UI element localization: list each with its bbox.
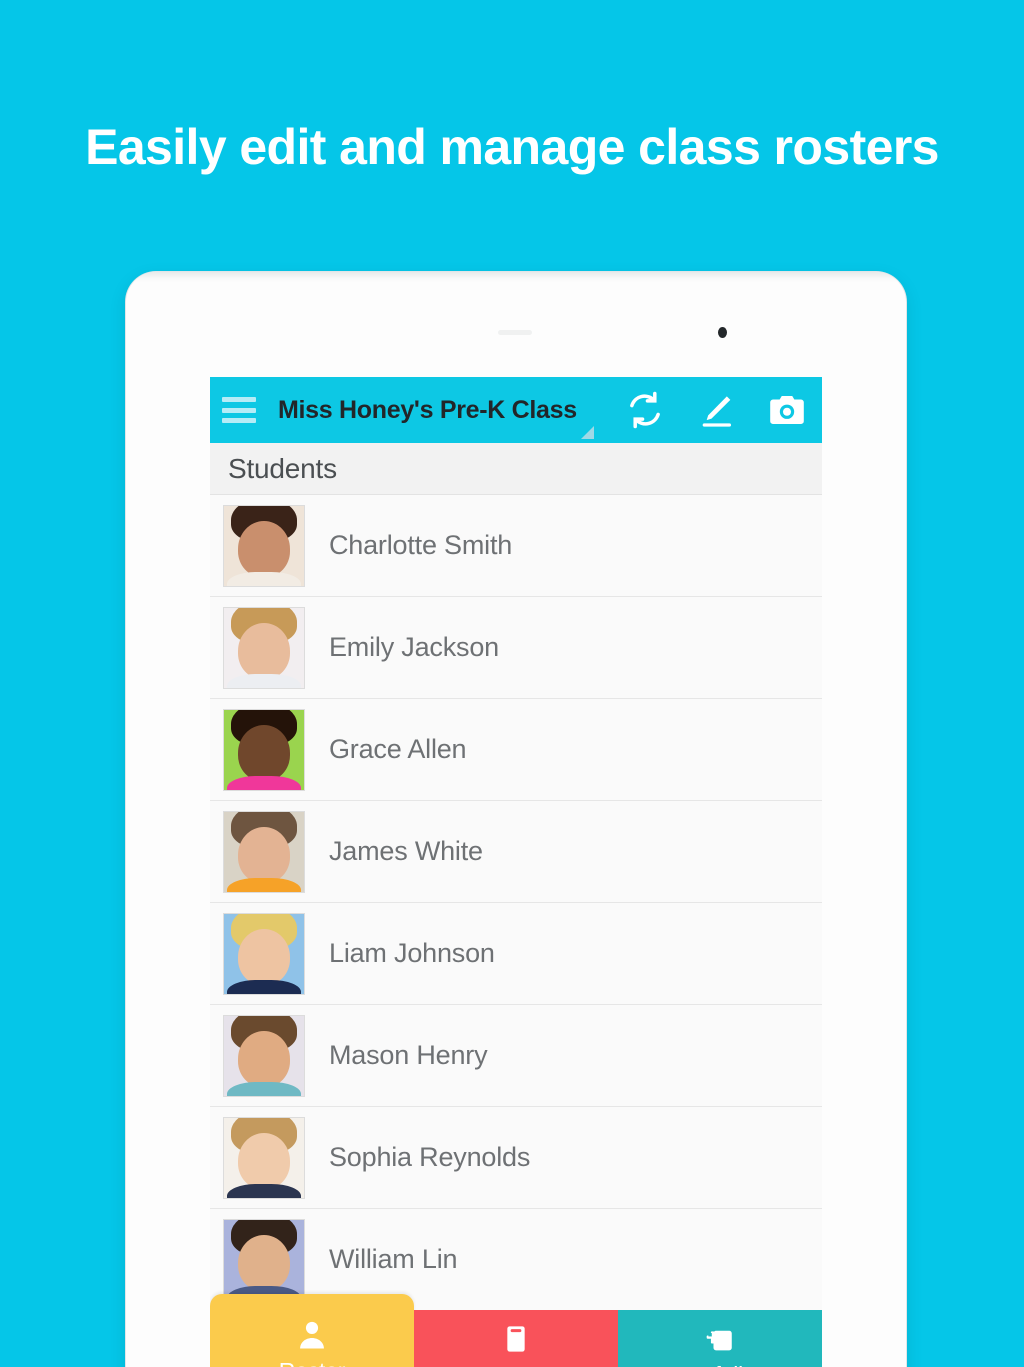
avatar-body (227, 1183, 301, 1198)
camera-dot-icon (718, 327, 727, 338)
avatar-face (238, 1234, 290, 1291)
student-row[interactable]: James White (210, 801, 822, 903)
dropdown-corner-indicator (581, 426, 594, 439)
student-name: James White (329, 836, 483, 866)
student-row[interactable]: Liam Johnson (210, 903, 822, 1005)
avatar-face (238, 928, 290, 985)
hamburger-menu-icon[interactable] (222, 397, 256, 423)
avatar-body (227, 979, 301, 994)
edit-pencil-icon[interactable] (696, 390, 736, 430)
tab-label: Roster (279, 1358, 346, 1367)
person-icon (295, 1318, 329, 1352)
student-avatar[interactable] (223, 1116, 305, 1199)
student-avatar[interactable] (223, 606, 305, 689)
promo-headline: Easily edit and manage class rosters (85, 119, 939, 175)
student-row[interactable]: Charlotte Smith (210, 495, 822, 597)
avatar-face (238, 724, 290, 781)
student-name: Emily Jackson (329, 632, 499, 662)
avatar-body (227, 775, 301, 790)
student-avatar[interactable] (223, 708, 305, 791)
avatar-body (227, 1081, 301, 1096)
student-row[interactable]: Sophia Reynolds (210, 1107, 822, 1209)
avatar-face (238, 1132, 290, 1189)
student-row[interactable]: Emily Jackson (210, 597, 822, 699)
document-icon (500, 1322, 532, 1356)
avatar-body (227, 571, 301, 586)
avatar-face (238, 826, 290, 883)
tab-label: Reports (476, 1362, 555, 1367)
tab-roster[interactable]: Roster (210, 1294, 414, 1367)
student-avatar[interactable] (223, 504, 305, 587)
avatar-body (227, 877, 301, 892)
speaker-grille-icon (498, 330, 532, 335)
app-header-actions (624, 389, 808, 431)
avatar-face (238, 622, 290, 679)
student-name: Mason Henry (329, 1040, 488, 1070)
student-avatar[interactable] (223, 912, 305, 995)
tab-label: Portfolios (673, 1362, 767, 1367)
bottom-tab-bar: Roster Reports Portfolios (210, 1294, 822, 1367)
student-list: Charlotte Smith Emily Jackson Grace Allen J… (210, 495, 822, 1311)
avatar-body (227, 673, 301, 688)
student-row[interactable]: Grace Allen (210, 699, 822, 801)
app-header-bar: Miss Honey's Pre-K Class (210, 377, 822, 443)
avatar-face (238, 1030, 290, 1087)
tab-portfolios[interactable]: Portfolios (618, 1310, 822, 1367)
student-row[interactable]: Mason Henry (210, 1005, 822, 1107)
student-avatar[interactable] (223, 810, 305, 893)
student-name: Charlotte Smith (329, 530, 513, 560)
bezel-highlight (126, 272, 906, 282)
class-title[interactable]: Miss Honey's Pre-K Class (278, 396, 624, 425)
section-header-students: Students (210, 443, 822, 495)
avatar-face (238, 520, 290, 577)
tab-reports[interactable]: Reports (414, 1310, 618, 1367)
student-avatar[interactable] (223, 1218, 305, 1301)
tablet-device-frame: Miss Honey's Pre-K Class Students Charlo… (126, 272, 906, 1367)
camera-icon[interactable] (766, 389, 808, 431)
student-avatar[interactable] (223, 1014, 305, 1097)
sync-icon[interactable] (624, 389, 666, 431)
tablet-screen: Miss Honey's Pre-K Class Students Charlo… (210, 377, 822, 1367)
student-name: Liam Johnson (329, 938, 495, 968)
page-plus-icon (703, 1322, 737, 1356)
student-name: Grace Allen (329, 734, 467, 764)
student-name: William Lin (329, 1244, 458, 1274)
student-name: Sophia Reynolds (329, 1142, 531, 1172)
